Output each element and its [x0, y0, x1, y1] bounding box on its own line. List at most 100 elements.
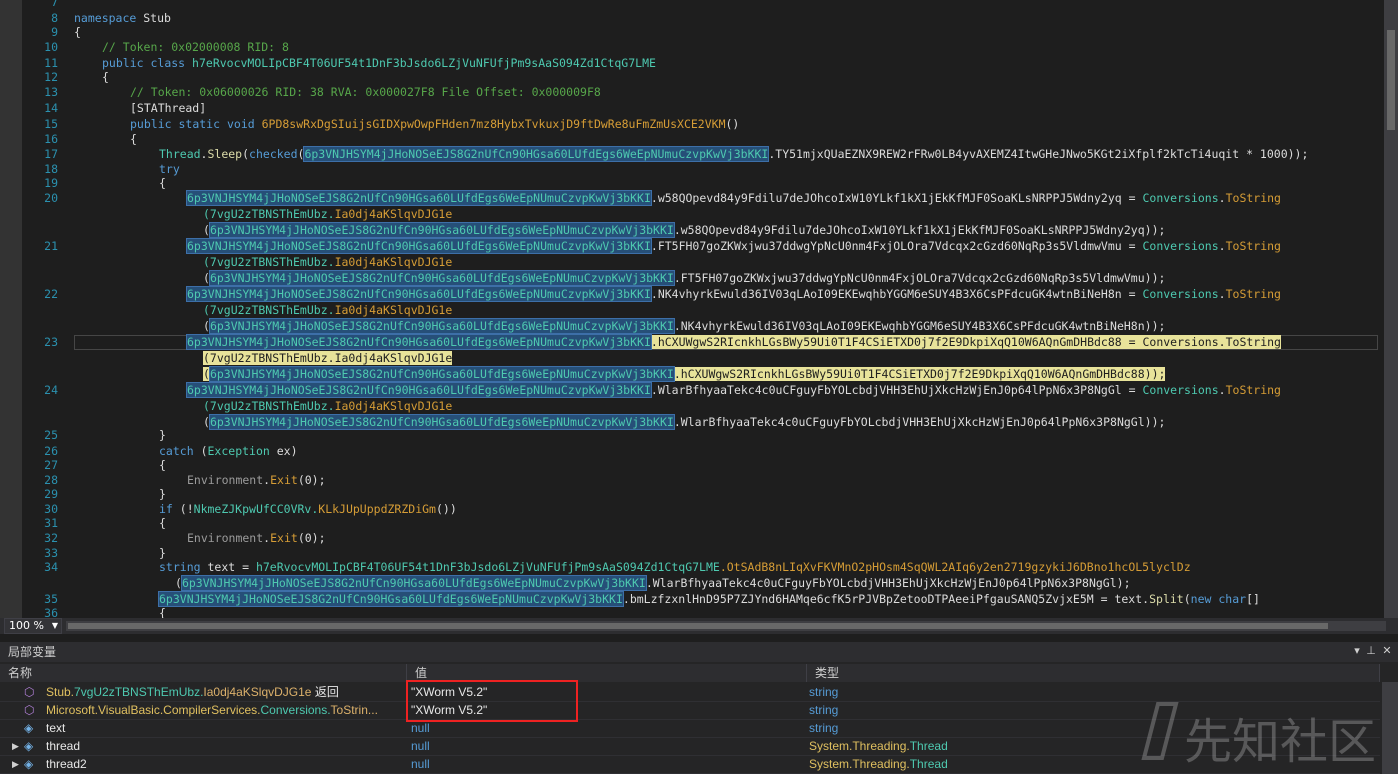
code-line: string text = h7eRvocvMOLIpCBF4T06UF54t1…: [159, 560, 1191, 574]
code-line: {: [159, 606, 166, 618]
line-number: 22: [44, 287, 58, 301]
code-editor[interactable]: 7 8 9 10 11 12 13 14 15 16 17 18 19 20 2…: [0, 0, 1398, 618]
line-number: 34: [44, 560, 58, 574]
scroll-thumb[interactable]: [1387, 30, 1395, 130]
line-number: 12: [44, 70, 58, 84]
watermark-logo-icon: [1141, 702, 1179, 760]
code-line: {: [159, 458, 166, 472]
code-line: (7vgU2zTBNSThEmUbz.Ia0dj4aKSlqvDJG1e: [203, 303, 453, 317]
editor-horizontal-scrollbar[interactable]: [66, 621, 1386, 631]
code-line: }: [159, 428, 166, 442]
code-line: 6p3VNJHSYM4jJHoNOSeEJS8G2nUfCn90HGsa60LU…: [186, 286, 1281, 302]
column-header-type[interactable]: 类型: [807, 664, 1380, 682]
line-number: 25: [44, 428, 58, 442]
code-line: (6p3VNJHSYM4jJHoNOSeEJS8G2nUfCn90HGsa60L…: [203, 222, 1166, 238]
row-type: string: [809, 721, 839, 735]
code-line: (7vgU2zTBNSThEmUbz.Ia0dj4aKSlqvDJG1e: [203, 255, 453, 269]
code-line: {: [74, 25, 81, 39]
code-line: 6p3VNJHSYM4jJHoNOSeEJS8G2nUfCn90HGsa60LU…: [186, 238, 1281, 254]
line-number: 19: [44, 176, 58, 190]
code-line: (7vgU2zTBNSThEmUbz.Ia0dj4aKSlqvDJG1e: [203, 399, 453, 413]
line-number: 21: [44, 239, 58, 253]
code-line: (7vgU2zTBNSThEmUbz.Ia0dj4aKSlqvDJG1e: [203, 207, 453, 221]
line-number: 13: [44, 85, 58, 99]
code-line: 6p3VNJHSYM4jJHoNOSeEJS8G2nUfCn90HGsa60LU…: [186, 382, 1281, 398]
code-line: public class h7eRvocvMOLIpCBF4T06UF54t1D…: [102, 56, 656, 70]
row-type-class: Thread: [909, 739, 948, 753]
scroll-thumb[interactable]: [68, 623, 1328, 629]
expand-icon[interactable]: ▶: [12, 755, 22, 773]
current-code-line: 6p3VNJHSYM4jJHoNOSeEJS8G2nUfCn90HGsa60LU…: [186, 334, 1281, 350]
method-return-icon: ⬡: [24, 703, 35, 717]
locals-title-bar: 局部变量 ▾ ⊥ ✕: [0, 642, 1398, 662]
current-code-line: (6p3VNJHSYM4jJHoNOSeEJS8G2nUfCn90HGsa60L…: [203, 366, 1166, 382]
line-number: 15: [44, 117, 58, 131]
row-name-class: 7vgU2zTBNSThEmUbz.: [74, 685, 204, 699]
row-name-suffix: 返回: [311, 685, 339, 699]
row-name-class: Conversions.: [260, 703, 331, 717]
code-line: (6p3VNJHSYM4jJHoNOSeEJS8G2nUfCn90HGsa60L…: [203, 318, 1166, 334]
code-line: catch (Exception ex): [159, 444, 298, 458]
code-line: 6p3VNJHSYM4jJHoNOSeEJS8G2nUfCn90HGsa60LU…: [186, 190, 1281, 206]
pin-icon[interactable]: ⊥: [1364, 644, 1378, 658]
code-line: // Token: 0x02000008 RID: 8: [102, 40, 289, 54]
code-line: Environment.Exit(0);: [187, 531, 326, 545]
code-line: Thread.Sleep(checked(6p3VNJHSYM4jJHoNOSe…: [159, 146, 1309, 162]
row-name: thread2: [46, 757, 87, 771]
local-variable-icon: ◈: [24, 739, 34, 753]
row-type-ns: System.Threading.: [809, 739, 910, 753]
row-name-ns: Microsoft.VisualBasic.CompilerServices.: [46, 703, 261, 717]
line-number: 32: [44, 531, 58, 545]
editor-vertical-scrollbar[interactable]: [1384, 0, 1398, 618]
code-line: // Token: 0x06000026 RID: 38 RVA: 0x0000…: [130, 85, 601, 99]
column-header-name[interactable]: 名称: [0, 664, 407, 682]
line-number: 29: [44, 487, 58, 501]
current-code-line: (7vgU2zTBNSThEmUbz.Ia0dj4aKSlqvDJG1e: [203, 351, 453, 365]
watermark: 先知社区: [1140, 690, 1390, 774]
code-line: {: [130, 132, 137, 146]
editor-status-bar: 100 % ▼: [0, 618, 1398, 634]
code-line: Environment.Exit(0);: [187, 473, 326, 487]
code-line: (6p3VNJHSYM4jJHoNOSeEJS8G2nUfCn90HGsa60L…: [203, 414, 1166, 430]
line-number: 9: [51, 25, 58, 39]
row-name: thread: [46, 739, 81, 753]
row-name-ns: Stub.: [46, 685, 75, 699]
line-number: 27: [44, 458, 58, 472]
code-line: (6p3VNJHSYM4jJHoNOSeEJS8G2nUfCn90HGsa60L…: [203, 270, 1166, 286]
zoom-dropdown[interactable]: 100 % ▼: [4, 618, 62, 634]
code-line: namespace Stub: [74, 11, 171, 25]
line-number: 10: [44, 40, 58, 54]
row-value[interactable]: null: [411, 737, 801, 755]
line-number: 14: [44, 101, 58, 115]
line-number: 31: [44, 516, 58, 530]
code-line: if (!NkmeZJKpwUfCC0VRv.KLkJUpUppdZRZDiGm…: [159, 502, 457, 516]
close-icon[interactable]: ✕: [1380, 644, 1394, 658]
code-line: {: [159, 176, 166, 190]
row-type: string: [809, 685, 839, 699]
row-type-ns: System.Threading.: [809, 757, 910, 771]
row-type: string: [809, 703, 839, 717]
line-number-gutter: 7 8 9 10 11 12 13 14 15 16 17 18 19 20 2…: [22, 0, 60, 618]
line-number: 36: [44, 606, 58, 618]
expand-icon[interactable]: ▶: [12, 737, 22, 755]
panel-title: 局部变量: [8, 645, 57, 659]
dropdown-icon[interactable]: ▾: [1350, 644, 1364, 658]
line-number: 24: [44, 383, 58, 397]
row-type-class: Thread: [909, 757, 948, 771]
code-line: }: [159, 487, 166, 501]
code-line: {: [159, 516, 166, 530]
code-line: [STAThread]: [130, 101, 207, 115]
chevron-down-icon: ▼: [51, 621, 58, 630]
indicator-margin[interactable]: [0, 0, 22, 618]
row-value[interactable]: null: [411, 755, 801, 773]
code-line: {: [102, 70, 109, 84]
method-return-icon: ⬡: [24, 685, 35, 699]
row-name-member: Ia0dj4aKSlqvDJG1e: [203, 685, 312, 699]
line-number: 7: [51, 0, 58, 9]
code-line: (6p3VNJHSYM4jJHoNOSeEJS8G2nUfCn90HGsa60L…: [175, 575, 1131, 591]
row-name: text: [46, 721, 66, 735]
column-headers: 名称 值 类型: [0, 664, 1380, 682]
line-number: 20: [44, 191, 58, 205]
code-line: 6p3VNJHSYM4jJHoNOSeEJS8G2nUfCn90HGsa60LU…: [158, 591, 1260, 607]
watermark-text: 先知社区: [1184, 714, 1377, 770]
